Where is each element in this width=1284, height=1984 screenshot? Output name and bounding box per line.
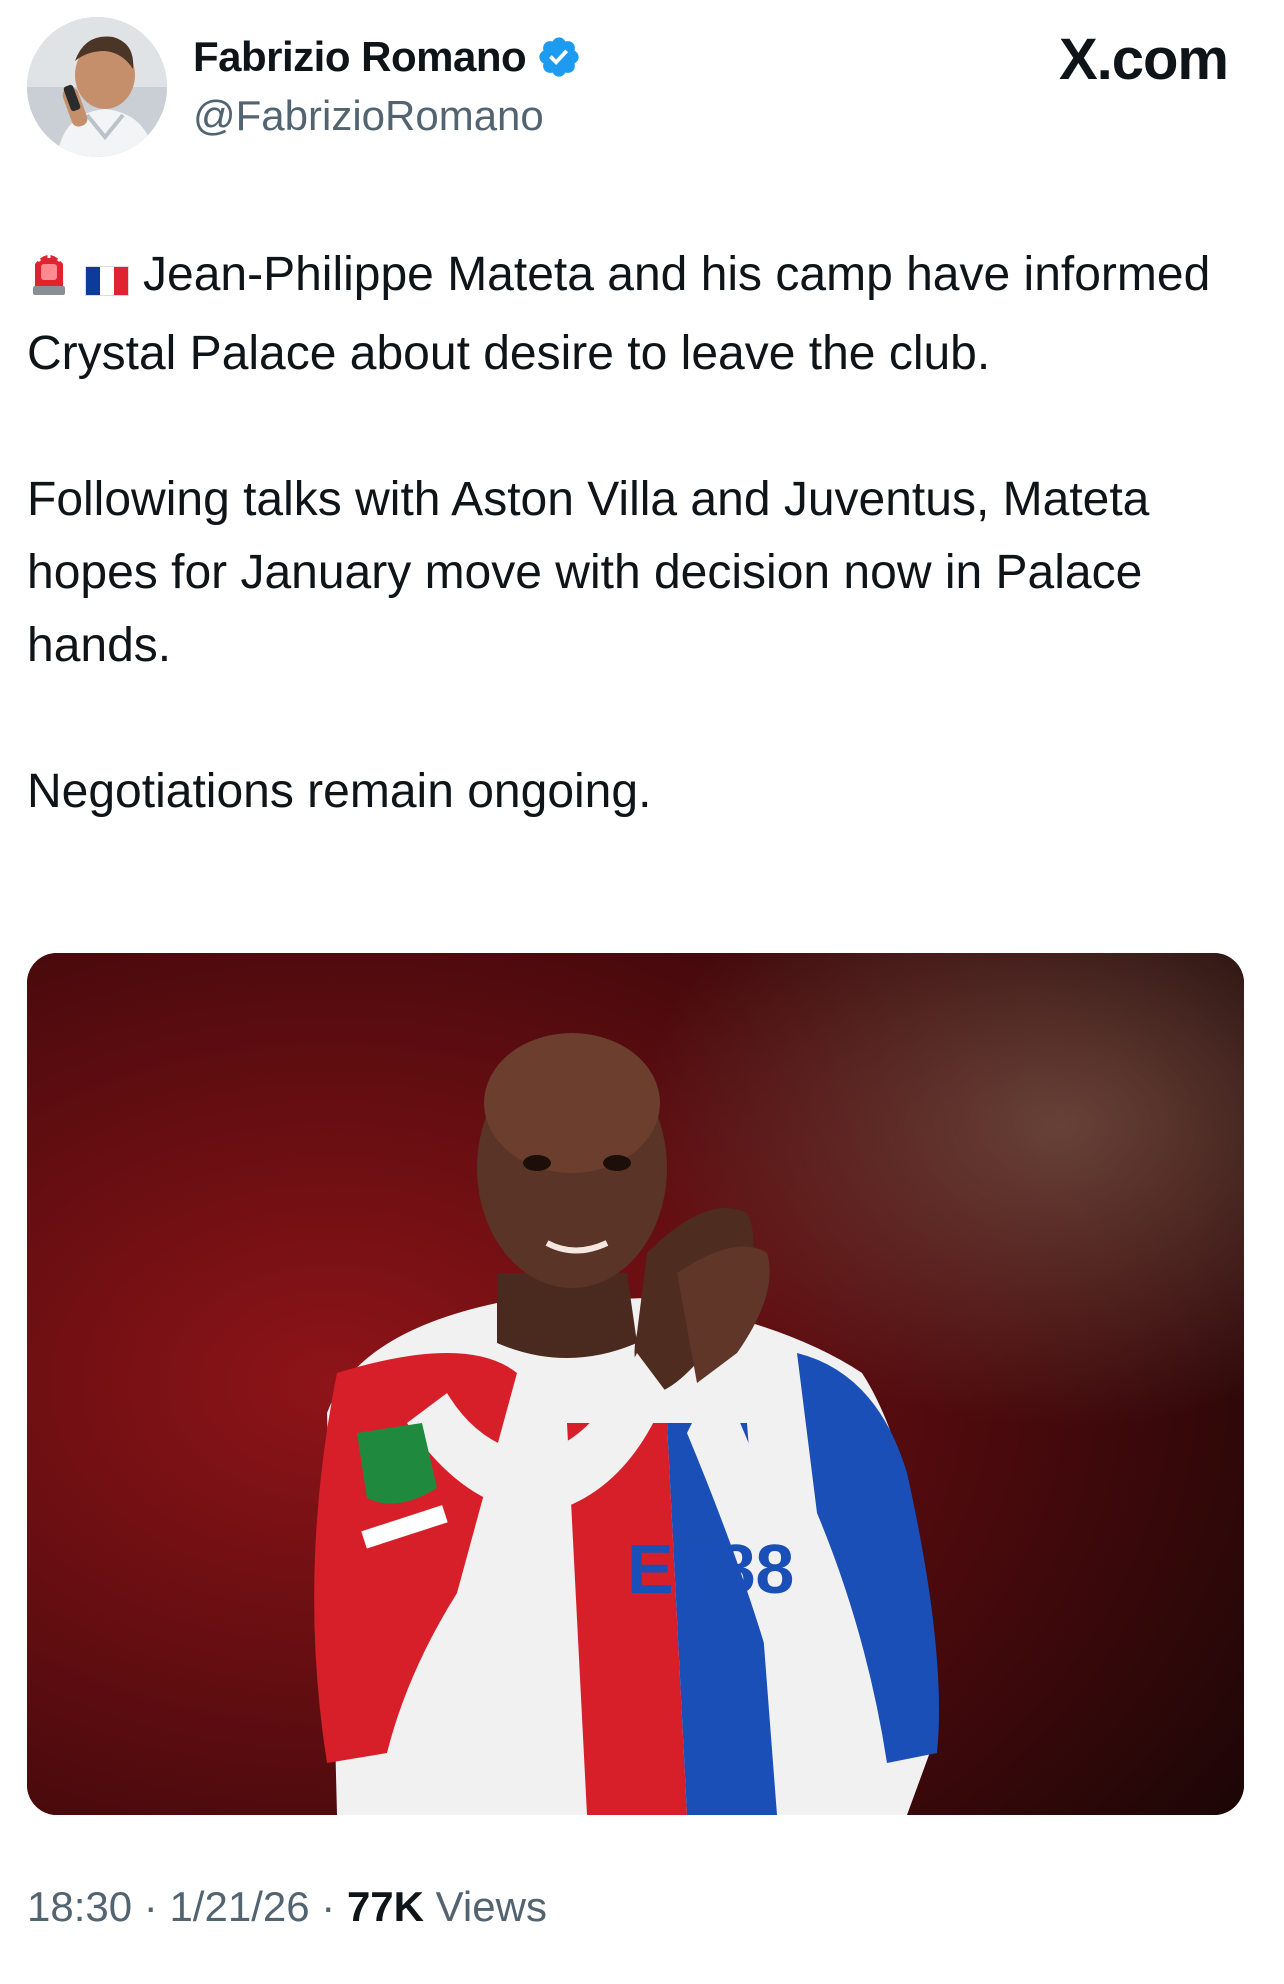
shirt-sponsor-text: ET88 xyxy=(627,1530,794,1608)
tweet-paragraph: Following talks with Aston Villa and Juv… xyxy=(27,473,1150,672)
tweet-time[interactable]: 18:30 xyxy=(27,1883,132,1930)
tweet-date[interactable]: 1/21/26 xyxy=(169,1883,309,1930)
meta-separator: · xyxy=(143,1883,158,1930)
siren-icon xyxy=(27,244,71,317)
verified-badge-icon xyxy=(539,37,579,77)
france-flag-icon xyxy=(85,244,129,317)
tweet-paragraph: Negotiations remain ongoing. xyxy=(27,765,652,818)
avatar[interactable] xyxy=(27,17,167,157)
author-name-row: Fabrizio Romano xyxy=(193,30,582,84)
views-count[interactable]: 77K xyxy=(347,1883,424,1930)
meta-separator: · xyxy=(321,1883,336,1930)
views-label: Views xyxy=(435,1883,547,1930)
tweet-meta: 18:30 · 1/21/26 · 77K Views xyxy=(27,1883,547,1931)
player-photo: ET88 xyxy=(27,953,1244,1815)
tweet-header: Fabrizio Romano @FabrizioRomano X.com xyxy=(0,0,1284,170)
tweet-text: Jean-Philippe Mateta and his camp have i… xyxy=(27,238,1257,828)
tweet-paragraph-text: Jean-Philippe Mateta and his camp have i… xyxy=(27,248,1211,380)
tweet-paragraph: Jean-Philippe Mateta and his camp have i… xyxy=(27,238,1257,390)
author-display-name[interactable]: Fabrizio Romano xyxy=(193,33,527,81)
author-handle[interactable]: @FabrizioRomano xyxy=(193,92,544,140)
x-brand-label: X.com xyxy=(1058,27,1229,92)
tweet-media-photo[interactable]: ET88 xyxy=(27,953,1244,1815)
profile-avatar xyxy=(27,17,167,157)
